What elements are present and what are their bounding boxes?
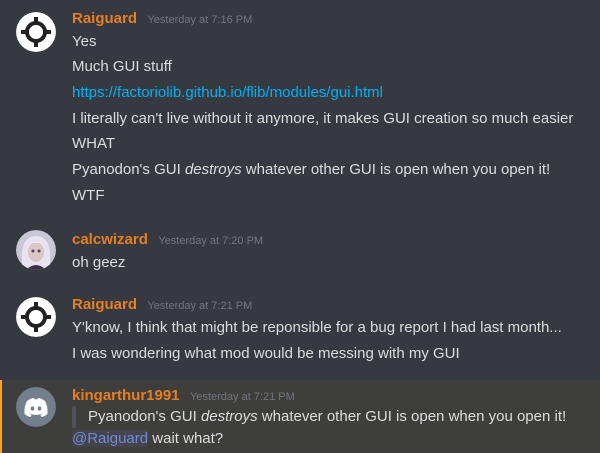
message-text: Much GUI stuff: [72, 58, 172, 75]
timestamp[interactable]: Yesterday at 7:20 PM: [158, 235, 263, 247]
message-text: @Raiguard wait what?: [72, 430, 224, 447]
message-link[interactable]: https://factoriolib.github.io/flib/modul…: [72, 83, 383, 103]
anime-portrait-avatar-icon[interactable]: [16, 230, 56, 270]
timestamp[interactable]: Yesterday at 7:21 PM: [147, 300, 252, 312]
message-text: WHAT: [72, 135, 116, 152]
blockquote-text: Pyanodon's GUI destroys whatever other G…: [88, 408, 567, 425]
user-mention[interactable]: @Raiguard: [72, 430, 149, 447]
message-text: I was wondering what mod would be messin…: [72, 345, 460, 362]
message-text: Pyanodon's GUI destroys whatever other G…: [72, 161, 551, 178]
message-text: I literally can't live without it anymor…: [72, 110, 574, 127]
factorio-gear-avatar-icon[interactable]: [16, 12, 56, 52]
factorio-gear-avatar-icon[interactable]: [16, 297, 56, 337]
message-text: Y'know, I think that might be reponsible…: [72, 319, 562, 336]
username[interactable]: Raiguard: [72, 296, 137, 313]
message-text: Yes: [72, 33, 97, 50]
timestamp[interactable]: Yesterday at 7:16 PM: [147, 14, 252, 26]
blockquote-bar: [72, 406, 76, 428]
discord-logo-avatar-icon[interactable]: [16, 387, 56, 427]
username[interactable]: calcwizard: [72, 231, 148, 248]
mention-highlight-bar: [0, 380, 2, 453]
timestamp[interactable]: Yesterday at 7:21 PM: [190, 391, 295, 403]
username[interactable]: kingarthur1991: [72, 387, 180, 404]
username[interactable]: Raiguard: [72, 10, 137, 27]
message-text: oh geez: [72, 254, 126, 271]
message-text: WTF: [72, 187, 105, 204]
